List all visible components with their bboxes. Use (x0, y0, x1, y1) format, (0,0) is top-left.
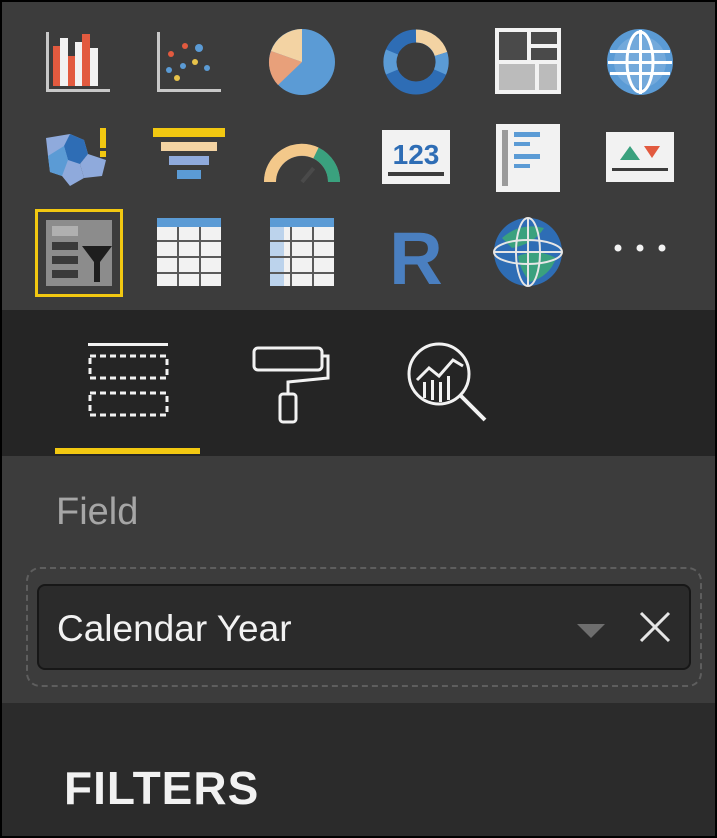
ribbon-chart-icon[interactable] (40, 24, 116, 100)
treemap-icon[interactable] (490, 24, 566, 100)
pane-tab-bar (2, 310, 715, 456)
kpi-icon[interactable] (602, 120, 678, 196)
close-icon[interactable] (638, 610, 672, 644)
tab-fields[interactable] (55, 310, 200, 456)
field-pill-value: Calendar Year (57, 608, 292, 649)
donut-chart-icon[interactable] (378, 24, 454, 100)
field-well-section: Field Calendar Year (2, 456, 715, 703)
slicer-icon[interactable] (35, 209, 123, 297)
format-paint-roller-icon (252, 346, 330, 424)
filters-section: FILTERS (2, 703, 715, 836)
filters-title: FILTERS (64, 762, 260, 814)
fields-icon (88, 343, 169, 417)
gauge-icon[interactable] (264, 120, 340, 196)
analytics-icon (407, 342, 487, 422)
active-tab-indicator (55, 448, 200, 454)
visualization-gallery: 123 R (2, 2, 715, 310)
field-pill[interactable]: Calendar Year (37, 584, 691, 670)
matrix-icon[interactable] (264, 214, 340, 290)
map-icon[interactable] (602, 24, 678, 100)
funnel-icon[interactable] (151, 120, 227, 196)
tab-analytics[interactable] (397, 310, 497, 456)
field-well-label: Field (56, 491, 139, 533)
arcgis-map-icon[interactable] (490, 214, 566, 290)
table-icon[interactable] (151, 214, 227, 290)
multi-row-card-icon[interactable] (490, 120, 566, 196)
tab-format[interactable] (238, 310, 338, 456)
filled-map-icon[interactable] (40, 120, 116, 196)
visualizations-pane: 123 R Field Calendar Year FILTERS (2, 2, 715, 836)
chevron-down-icon[interactable] (575, 620, 607, 640)
more-visuals-icon[interactable] (602, 214, 678, 290)
card-icon[interactable]: 123 (378, 120, 454, 196)
svg-text:R: R (389, 217, 442, 290)
r-script-visual-icon[interactable]: R (378, 214, 454, 290)
svg-text:123: 123 (393, 139, 440, 170)
pie-chart-icon[interactable] (264, 24, 340, 100)
field-drop-zone[interactable]: Calendar Year (26, 567, 702, 687)
scatter-chart-icon[interactable] (151, 24, 227, 100)
